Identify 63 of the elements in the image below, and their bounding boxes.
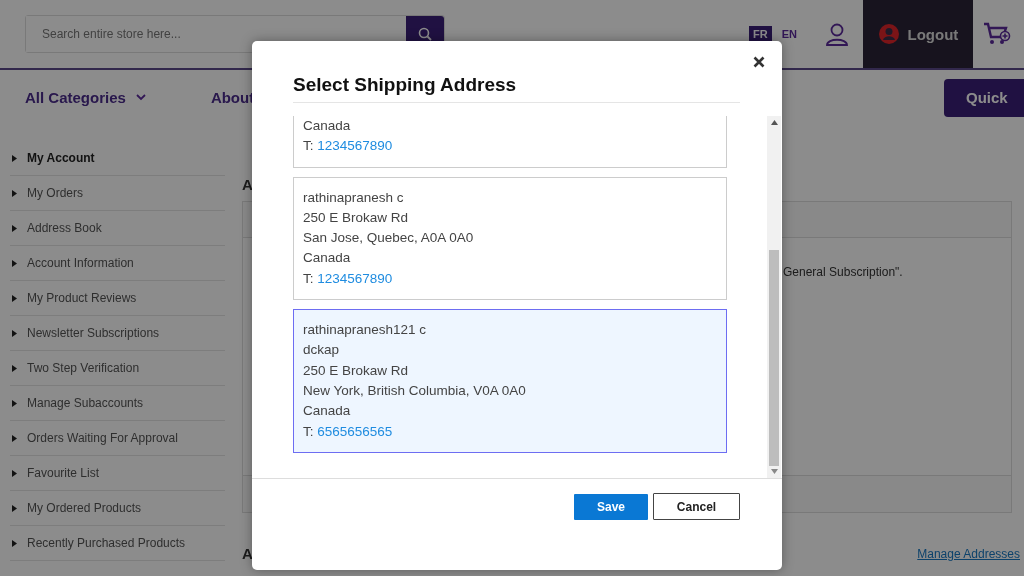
bullet-icon <box>12 189 17 197</box>
scrollbar[interactable] <box>767 116 781 478</box>
user-icon[interactable] <box>824 22 849 46</box>
address-card[interactable]: rathinapranesh121 c dckap 250 E Brokaw Rd New York, British Columbia, V0A 0A0 Canada T: 6565656565 <box>293 309 727 453</box>
phone-link[interactable]: 6565656565 <box>317 423 393 439</box>
bullet-icon <box>12 469 17 477</box>
user-icon <box>877 23 900 45</box>
manage-addresses-link[interactable]: Manage Addresses <box>917 546 1020 561</box>
language-button[interactable]: EN <box>777 26 801 42</box>
bullet-icon <box>12 154 17 162</box>
sidebar-item[interactable]: Recently Purchased Products <box>10 526 225 561</box>
sidebar-item[interactable]: My Account <box>10 141 225 176</box>
nav-link[interactable]: About <box>210 89 255 106</box>
chevron-down-icon <box>135 94 146 101</box>
bullet-icon <box>12 434 17 442</box>
sidebar-item[interactable]: Manage Subaccounts <box>10 386 225 421</box>
address-line: rathinapranesh c <box>303 188 405 207</box>
bullet-icon <box>12 224 17 232</box>
bullet-icon <box>12 294 17 302</box>
bullet-icon <box>12 399 17 407</box>
sidebar-item[interactable]: My Orders <box>10 176 225 211</box>
sidebar-item[interactable]: Account Information <box>10 246 225 281</box>
sidebar-item[interactable]: Newsletter Subscriptions <box>10 316 225 351</box>
language-button[interactable]: FR <box>749 26 772 42</box>
sidebar-item[interactable]: My Ordered Products <box>10 491 225 526</box>
sidebar-item[interactable]: My Product Reviews <box>10 281 225 316</box>
bullet-icon <box>12 364 17 372</box>
address-line: Canada <box>303 402 352 421</box>
section-title: A <box>242 176 253 195</box>
address-card[interactable]: Canada T: 1234567890 <box>293 116 727 168</box>
address-card[interactable]: rathinapranesh c 250 E Brokaw Rd San Jose, Quebec, A0A 0A0 Canada T: 1234567890 <box>293 176 727 301</box>
phone-label: T: <box>303 423 314 439</box>
address-line: Canada <box>303 117 352 135</box>
bullet-icon <box>12 539 17 547</box>
quick-order-button[interactable]: Quick <box>944 78 1024 117</box>
logout-button[interactable]: Logout <box>862 0 973 68</box>
phone-link[interactable]: 1234567890 <box>317 270 393 286</box>
address-line: 250 E Brokaw Rd <box>303 208 410 227</box>
bullet-icon <box>12 329 17 337</box>
cancel-button[interactable]: Cancel <box>653 493 740 520</box>
address-line: Canada <box>303 249 352 268</box>
subscription-text: General Subscription". <box>783 265 903 279</box>
address-line: 250 E Brokaw Rd <box>303 361 410 380</box>
phone-label: T: <box>303 138 314 154</box>
save-button[interactable]: Save <box>574 494 648 520</box>
close-icon[interactable] <box>753 56 765 68</box>
sidebar-item[interactable]: Favourite List <box>10 456 225 491</box>
phone-link[interactable]: 1234567890 <box>317 138 393 154</box>
address-line: New York, British Columbia, V0A 0A0 <box>303 381 527 400</box>
bullet-icon <box>12 259 17 267</box>
sidebar-item[interactable]: Orders Waiting For Approval <box>10 421 225 456</box>
address-line: San Jose, Quebec, A0A 0A0 <box>303 229 475 248</box>
address-line: dckap <box>303 341 341 360</box>
section-title: A <box>242 545 253 562</box>
phone-label: T: <box>303 270 314 286</box>
address-line: rathinapranesh121 c <box>303 321 428 340</box>
dialog-title: Select Shipping Address <box>293 74 740 103</box>
categories-menu[interactable]: All Categories <box>25 89 146 106</box>
sidebar-item[interactable]: Address Book <box>10 211 225 246</box>
sidebar-item[interactable]: Two Step Verification <box>10 351 225 386</box>
cart-icon[interactable] <box>982 21 1011 47</box>
scroll-up-icon[interactable] <box>770 120 778 125</box>
bullet-icon <box>12 504 17 512</box>
